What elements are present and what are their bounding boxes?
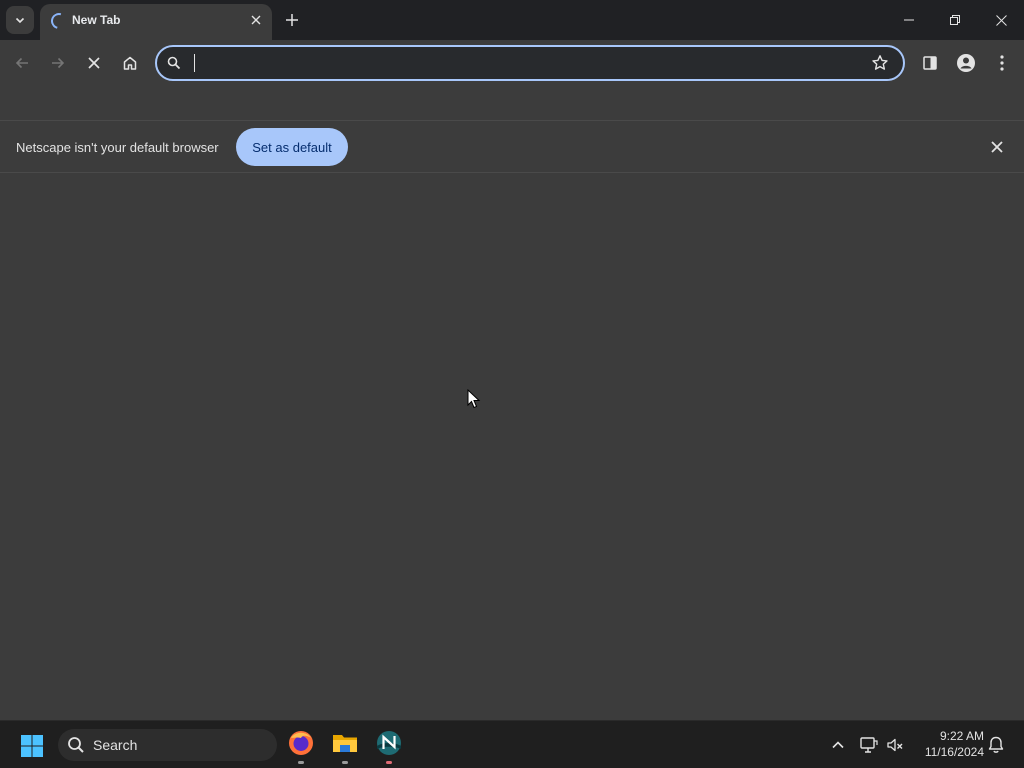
restore-button[interactable]	[932, 0, 978, 40]
back-button[interactable]	[7, 48, 37, 78]
netscape-running-indicator	[386, 761, 392, 764]
tab-close-button[interactable]	[248, 12, 264, 28]
tab-search-button[interactable]	[6, 6, 34, 34]
close-icon	[995, 14, 1007, 26]
text-caret	[194, 54, 195, 72]
taskbar-search[interactable]: Search	[58, 729, 277, 761]
minimize-icon	[904, 19, 914, 21]
arrow-left-icon	[15, 57, 28, 69]
search-icon	[167, 56, 181, 70]
plus-icon	[286, 14, 298, 26]
arrow-right-icon	[52, 57, 65, 69]
tab-new-tab[interactable]: New Tab	[40, 4, 272, 40]
firefox-icon[interactable]	[287, 729, 315, 757]
set-as-default-button[interactable]: Set as default	[236, 128, 348, 166]
new-tab-button[interactable]	[280, 8, 304, 32]
minimize-button[interactable]	[886, 0, 932, 40]
chevron-down-icon	[15, 17, 25, 24]
close-icon	[88, 57, 100, 69]
page-content	[0, 174, 1024, 720]
mouse-cursor-icon	[467, 389, 481, 409]
network-icon[interactable]	[859, 735, 879, 755]
bookmarks-bar	[0, 86, 1024, 121]
address-input[interactable]	[191, 53, 831, 73]
chevron-up-icon[interactable]	[828, 735, 848, 755]
avatar-icon	[957, 54, 975, 72]
restore-icon	[950, 15, 960, 25]
address-bar[interactable]	[155, 45, 905, 81]
close-icon[interactable]	[988, 138, 1006, 156]
close-icon	[251, 15, 261, 25]
more-vertical-icon	[1000, 55, 1004, 71]
firefox-running-indicator	[298, 761, 304, 764]
profile-button[interactable]	[951, 48, 981, 78]
default-browser-infobar: Netscape isn't your default browser Set …	[0, 121, 1024, 173]
close-window-button[interactable]	[978, 0, 1024, 40]
stop-loading-button[interactable]	[79, 48, 109, 78]
volume-muted-icon[interactable]	[885, 735, 905, 755]
toolbar	[0, 40, 1024, 86]
star-icon[interactable]	[871, 54, 889, 72]
home-icon	[123, 56, 137, 70]
clock-time: 9:22 AM	[939, 729, 984, 743]
loading-spinner-icon	[48, 10, 70, 32]
clock-date: 11/16/2024	[924, 745, 984, 759]
file-explorer-running-indicator	[342, 761, 348, 764]
infobar-message: Netscape isn't your default browser	[16, 140, 219, 155]
title-bar: New Tab	[0, 0, 1024, 40]
file-explorer-icon[interactable]	[331, 729, 359, 757]
system-clock[interactable]: 9:22 AM 11/16/2024	[912, 728, 984, 760]
notification-bell-icon[interactable]	[986, 735, 1006, 755]
tab-title: New Tab	[72, 13, 121, 27]
side-panel-icon	[923, 56, 937, 70]
forward-button[interactable]	[43, 48, 73, 78]
taskbar-search-label: Search	[93, 737, 138, 753]
side-panel-button[interactable]	[915, 48, 945, 78]
windows-start-icon[interactable]	[20, 734, 44, 758]
menu-button[interactable]	[987, 48, 1017, 78]
netscape-icon[interactable]	[375, 729, 403, 757]
search-icon	[68, 737, 84, 753]
taskbar: Search 9:22 AM 11/16/2024	[0, 720, 1024, 768]
home-button[interactable]	[115, 48, 145, 78]
